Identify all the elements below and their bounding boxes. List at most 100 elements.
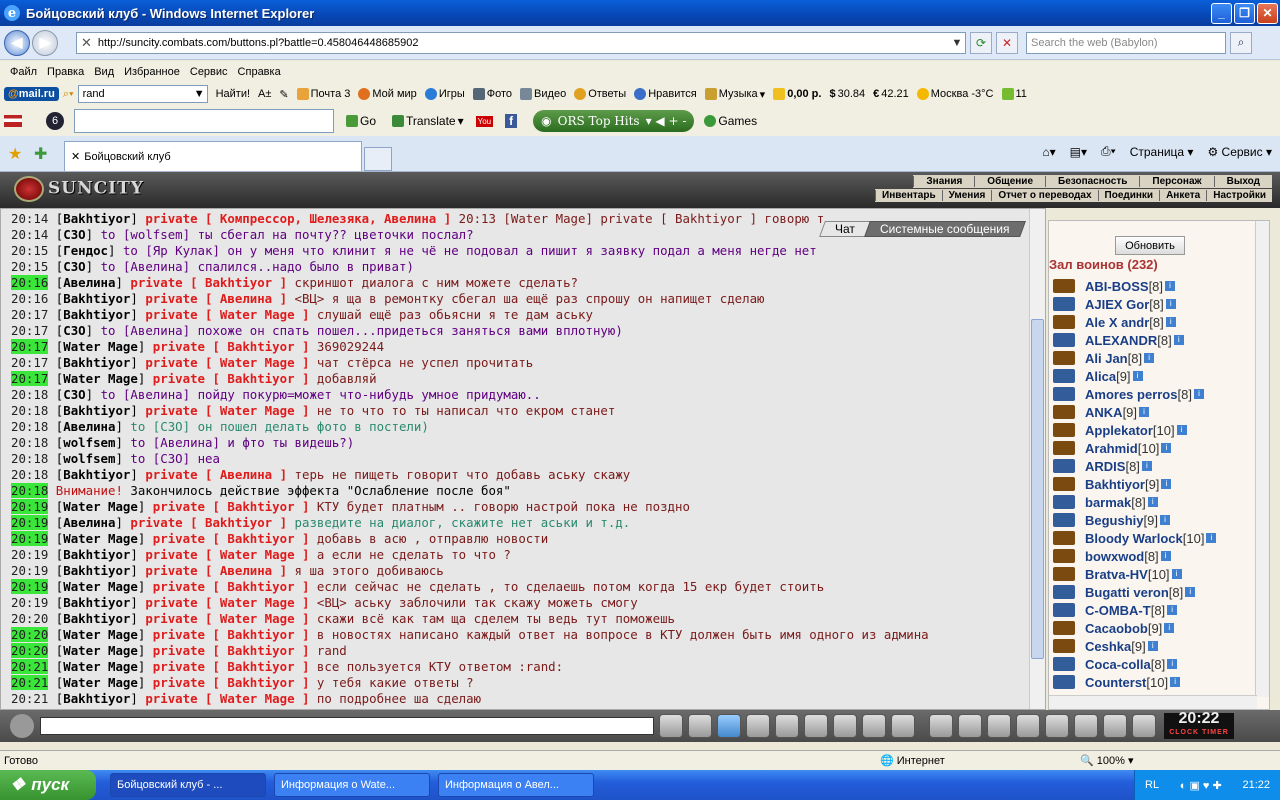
chat-timestamp[interactable]: 20:21 xyxy=(11,675,49,690)
private-message-icon[interactable] xyxy=(1053,405,1075,419)
search-engine-icon[interactable]: ⌕▾ xyxy=(63,88,74,101)
music-button[interactable]: Музыка ▾ xyxy=(704,88,765,101)
menu-tools[interactable]: Сервис xyxy=(190,66,228,78)
info-icon[interactable]: i xyxy=(1161,479,1172,489)
save-icon[interactable] xyxy=(746,714,770,738)
babylon-icon[interactable]: 6 xyxy=(46,112,64,130)
private-message-icon[interactable] xyxy=(1053,297,1075,311)
player-row[interactable]: Ali Jan [8] i xyxy=(1049,349,1259,367)
player-row[interactable]: Ale X andr [8] i xyxy=(1049,313,1259,331)
player-name[interactable]: ABI-BOSS xyxy=(1085,279,1149,294)
player-row[interactable]: ARDIS [8] i xyxy=(1049,457,1259,475)
chest-icon[interactable] xyxy=(958,714,982,738)
private-message-icon[interactable] xyxy=(1053,513,1075,527)
player-row[interactable]: Begushiy [9] i xyxy=(1049,511,1259,529)
chat-target[interactable]: private [ Water Mage ] xyxy=(145,691,309,706)
menu-settings[interactable]: Настройки xyxy=(1206,190,1272,201)
chat-target[interactable]: private [ Bakhtiyor ] xyxy=(153,659,310,674)
private-message-icon[interactable] xyxy=(1053,531,1075,545)
player-name[interactable]: Ale X andr xyxy=(1085,315,1149,330)
chat-target[interactable]: to [Яр Кулак] xyxy=(123,243,220,258)
start-button[interactable]: ❖ пуск xyxy=(0,770,96,800)
player-name[interactable]: Counterst xyxy=(1085,675,1146,690)
tray-icons[interactable]: ◐ ▣ ♥ ✚ xyxy=(1180,779,1222,792)
go-button[interactable]: Go xyxy=(346,114,376,128)
player-name[interactable]: Bugatti veron xyxy=(1085,585,1169,600)
radio-player[interactable]: ◉ ORS Top Hits ▾ ◀ + - xyxy=(533,110,695,132)
player-row[interactable]: Counterst [10] i xyxy=(1049,673,1259,691)
private-message-icon[interactable] xyxy=(1053,495,1075,509)
private-message-icon[interactable] xyxy=(1053,603,1075,617)
chat-timestamp[interactable]: 20:19 xyxy=(11,595,48,610)
chat-target[interactable]: private [ Bakhtiyor ] xyxy=(130,275,287,290)
chat-target[interactable]: private [ Bakhtiyor ] xyxy=(130,515,287,530)
chat-sender[interactable]: [Bakhtiyor] xyxy=(56,547,138,562)
info-icon[interactable]: i xyxy=(1165,317,1176,327)
info-icon[interactable]: i xyxy=(1159,515,1170,525)
player-row[interactable]: Bakhtiyor [9] i xyxy=(1049,475,1259,493)
private-message-icon[interactable] xyxy=(1053,675,1075,689)
find-button[interactable]: Найти! xyxy=(216,88,250,100)
player-name[interactable]: ARDIS xyxy=(1085,459,1125,474)
chat-sender[interactable]: [Авелина] xyxy=(56,275,123,290)
money-button[interactable]: 0,00 р. xyxy=(773,88,821,100)
player-row[interactable]: C-OMBA-T [8] i xyxy=(1049,601,1259,619)
info-icon[interactable]: i xyxy=(1176,425,1187,435)
chat-sender[interactable]: [Bakhtiyor] xyxy=(56,563,138,578)
chat-target[interactable]: private [ Water Mage ] xyxy=(145,355,309,370)
chat-timestamp[interactable]: 20:14 xyxy=(11,211,48,226)
menu-knowledge[interactable]: Знания xyxy=(913,176,974,187)
chat-sender[interactable]: [Water Mage] xyxy=(56,339,146,354)
private-message-icon[interactable] xyxy=(1053,369,1075,383)
private-message-icon[interactable] xyxy=(1053,387,1075,401)
chat-timestamp[interactable]: 20:19 xyxy=(11,563,48,578)
chat-sender[interactable]: [Bakhtiyor] xyxy=(56,611,138,626)
chat-timestamp[interactable]: 20:20 xyxy=(11,643,49,658)
fighter-icon[interactable] xyxy=(775,714,799,738)
player-name[interactable]: C-OMBA-T xyxy=(1085,603,1151,618)
chat-target[interactable]: Внимание! xyxy=(56,483,123,498)
chat-scroll-thumb[interactable] xyxy=(1031,319,1044,659)
web-search-input[interactable]: Search the web (Babylon) xyxy=(1026,31,1226,54)
games-toolbar-button[interactable]: Games xyxy=(704,114,757,128)
private-message-icon[interactable] xyxy=(1053,315,1075,329)
stop-icon[interactable]: ✕ xyxy=(996,31,1018,54)
player-name[interactable]: Cacaobob xyxy=(1085,621,1148,636)
private-message-icon[interactable] xyxy=(1053,333,1075,347)
babylon-search-input[interactable] xyxy=(74,109,334,133)
player-row[interactable]: Bugatti veron [8] i xyxy=(1049,583,1259,601)
player-row[interactable]: Bloody Warlock [10] i xyxy=(1049,529,1259,547)
send-icon[interactable] xyxy=(659,714,683,738)
info-icon[interactable]: i xyxy=(1165,281,1176,291)
player-name[interactable]: Amores perros xyxy=(1085,387,1177,402)
player-row[interactable]: Applekator [10] i xyxy=(1049,421,1259,439)
language-indicator[interactable]: RL xyxy=(1145,779,1159,791)
player-row[interactable]: Alica [9] i xyxy=(1049,367,1259,385)
chat-target[interactable]: to [Авелина] xyxy=(101,323,191,338)
chat-sender[interactable]: [wolfsem] xyxy=(56,451,123,466)
chat-timestamp[interactable]: 20:18 xyxy=(11,467,48,482)
my-world-button[interactable]: Мой мир xyxy=(358,88,417,100)
flag-icon[interactable] xyxy=(4,115,22,127)
chat-sender[interactable]: [Water Mage] xyxy=(56,499,146,514)
private-message-icon[interactable] xyxy=(1053,459,1075,473)
tab-system-messages[interactable]: Системные сообщения xyxy=(864,221,1026,237)
chat-sender[interactable]: [wolfsem] xyxy=(56,435,123,450)
menu-transfers[interactable]: Отчет о переводах xyxy=(991,190,1097,201)
player-name[interactable]: bowxwod xyxy=(1085,549,1144,564)
chat-sender[interactable]: [Bakhtiyor] xyxy=(56,467,138,482)
chat-sender[interactable]: [Water Mage] xyxy=(56,371,146,386)
player-name[interactable]: ANKA xyxy=(1085,405,1123,420)
chat-target[interactable]: private [ Bakhtiyor ] xyxy=(153,675,310,690)
private-message-icon[interactable] xyxy=(1053,477,1075,491)
chat-sender[interactable]: [Water Mage] xyxy=(56,531,146,546)
chat-timestamp[interactable]: 20:18 xyxy=(11,387,48,402)
menu-character[interactable]: Персонаж xyxy=(1139,176,1213,187)
chat-target[interactable]: to [СЗО] xyxy=(130,419,190,434)
chat-sender[interactable]: [Water Mage] xyxy=(56,659,146,674)
info-icon[interactable]: i xyxy=(1160,551,1171,561)
chat-timestamp[interactable]: 20:16 xyxy=(11,291,48,306)
chat-timestamp[interactable]: 20:18 xyxy=(11,403,48,418)
chat-target[interactable]: private [ Авелина ] xyxy=(145,563,287,578)
chat-target[interactable]: private [ Water Mage ] xyxy=(145,611,309,626)
